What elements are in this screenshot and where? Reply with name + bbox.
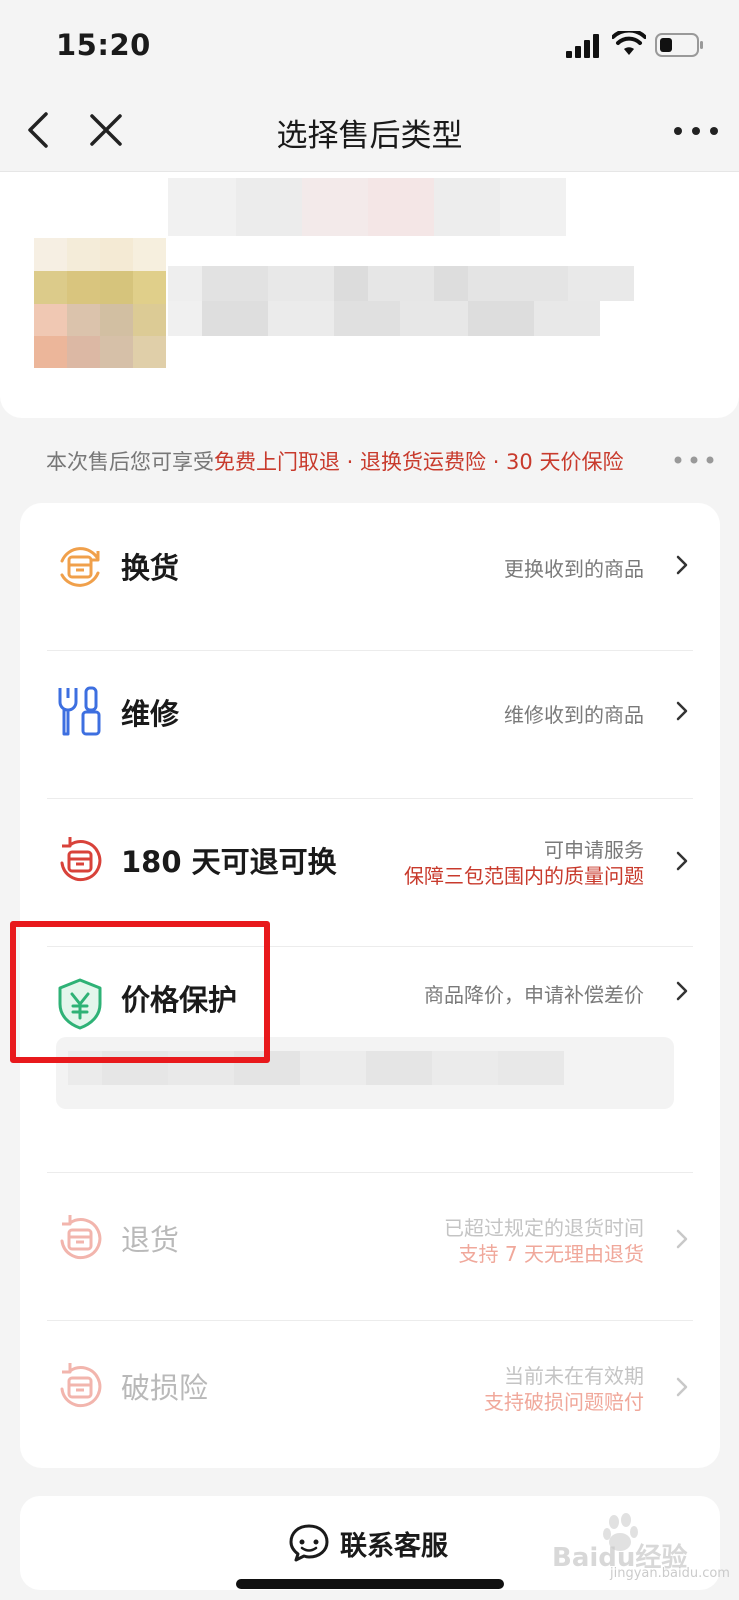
option-desc: 当前未在有效期 支持破损问题赔付: [484, 1363, 644, 1415]
more-benefits-dots-icon[interactable]: [672, 448, 716, 472]
option-desc: 更换收到的商品: [504, 557, 644, 581]
home-indicator: [236, 1579, 504, 1589]
cellular-signal-icon: [566, 34, 599, 58]
wrench-screwdriver-icon: [58, 686, 101, 736]
option-desc: 已超过规定的退货时间 支持 7 天无理由退货: [444, 1215, 644, 1267]
exchange-box-icon: [60, 547, 100, 587]
product-image-pixelated: [34, 238, 166, 368]
option-desc: 商品降价，申请补偿差价: [424, 983, 644, 1007]
benefits-highlight: 免费上门取退 · 退换货运费险 · 30 天价保险: [214, 450, 624, 474]
chevron-right-icon: [676, 851, 688, 871]
battery-icon: [655, 33, 703, 57]
option-exchange[interactable]: 换货 更换收到的商品: [20, 503, 720, 651]
status-time: 15:20: [56, 28, 151, 62]
status-bar: 15:20: [0, 0, 739, 90]
customer-service-chat-icon: [289, 1524, 329, 1562]
option-repair[interactable]: 维修 维修收到的商品: [20, 651, 720, 799]
chevron-right-icon: [676, 701, 688, 721]
option-title: 换货: [121, 551, 180, 585]
option-refund[interactable]: 退货 已超过规定的退货时间 支持 7 天无理由退货: [20, 1173, 720, 1321]
nav-bar: 选择售后类型: [0, 90, 739, 172]
option-title: 维修: [121, 697, 180, 731]
chevron-right-icon: [676, 555, 688, 575]
chevron-right-icon: [676, 1229, 688, 1249]
option-title: 破损险: [121, 1371, 209, 1405]
option-desc-highlight: 支持 7 天无理由退货: [458, 1242, 644, 1266]
option-desc: 可申请服务 保障三包范围内的质量问题: [404, 837, 644, 889]
option-desc-highlight: 支持破损问题赔付: [484, 1390, 644, 1414]
option-desc: 维修收到的商品: [504, 703, 644, 727]
return-box-icon: [60, 837, 102, 882]
watermark-url: jingyan.baidu.com: [610, 1566, 730, 1581]
option-desc-main: 当前未在有效期: [504, 1364, 644, 1388]
option-desc-main: 可申请服务: [544, 838, 644, 862]
benefits-prefix: 本次售后您可享受: [46, 450, 214, 474]
option-desc-highlight: 保障三包范围内的质量问题: [404, 864, 644, 888]
page-title: 选择售后类型: [276, 118, 463, 154]
contact-service-label: 联系客服: [340, 1531, 448, 1562]
product-spec-pixelated: [168, 266, 668, 336]
return-box-icon: [60, 1215, 102, 1260]
product-card[interactable]: [0, 172, 739, 418]
chevron-right-icon: [676, 1377, 688, 1397]
option-desc-main: 已超过规定的退货时间: [444, 1216, 644, 1240]
product-title-pixelated: [168, 178, 588, 236]
annotation-highlight-box: [10, 921, 270, 1063]
chevron-right-icon: [676, 981, 688, 1001]
after-sale-benefits: 本次售后您可享受免费上门取退 · 退换货运费险 · 30 天价保险: [46, 446, 623, 476]
option-damage-insurance[interactable]: 破损险 当前未在有效期 支持破损问题赔付: [20, 1321, 720, 1469]
return-box-icon: [60, 1363, 102, 1408]
more-options-icon[interactable]: [672, 116, 720, 146]
option-title: 退货: [121, 1223, 180, 1257]
wifi-icon: [612, 31, 646, 55]
option-title: 180 天可退可换: [121, 845, 337, 879]
